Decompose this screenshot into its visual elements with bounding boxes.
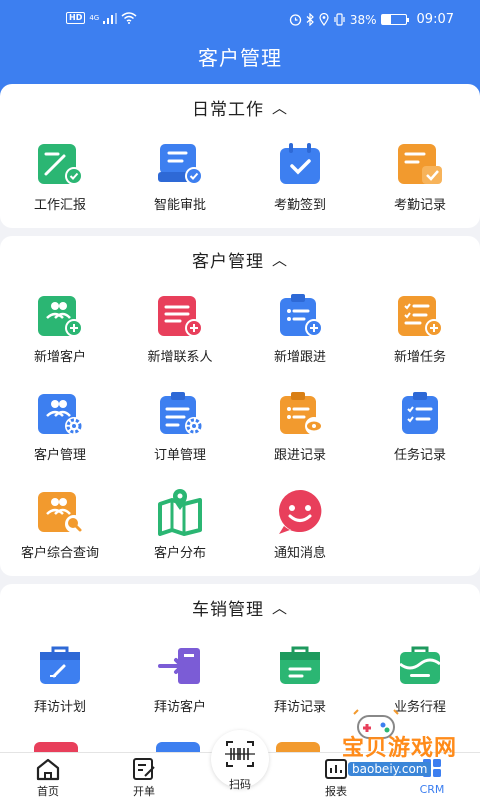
status-bar: HD 4G 38% 09:07 [0,10,480,32]
watermark-text: 宝贝游戏网 [342,736,458,761]
order-manage-icon [156,390,204,438]
chevron-up-icon: ︿ [271,598,288,617]
menu-label: 客户管理 [33,448,86,463]
attendance-checkin-icon [276,140,324,188]
menu-customer-distribution[interactable]: 客户分布 [120,488,240,561]
next-row-peek-red [34,742,78,752]
menu-customer-query[interactable]: 客户综合查询 [0,488,120,561]
section-title: 日常工作 [191,99,264,120]
menu-order-management[interactable]: 订单管理 [120,390,240,463]
watermark-url: baobeiy.com [348,762,432,776]
business-trip-icon [396,642,444,690]
work-report-icon [36,140,84,188]
menu-label: 考勤记录 [393,198,446,213]
home-icon [36,758,60,781]
menu-work-report[interactable]: 工作汇报 [0,140,120,213]
customer-map-icon [156,488,204,536]
tab-home-label: 首页 [37,785,59,798]
tab-home[interactable]: 首页 [18,757,78,799]
battery-percent: 38% [349,12,377,27]
section-sales-header[interactable]: 车销管理 ︿ [0,584,480,630]
menu-label: 客户分布 [153,546,206,561]
chevron-up-icon: ︿ [271,250,288,269]
followup-record-icon [276,390,324,438]
menu-label: 跟进记录 [273,448,326,463]
menu-add-customer[interactable]: 新增客户 [0,292,120,365]
section-title: 车销管理 [191,599,264,620]
tab-order[interactable]: 开单 [114,757,174,799]
next-row-peek-blue [156,742,200,752]
menu-label: 工作汇报 [33,198,86,213]
customer-query-icon [36,488,84,536]
menu-visit-record[interactable]: 拜访记录 [240,642,360,715]
add-task-icon [396,292,444,340]
network-label: 4G [89,14,100,22]
section-title: 客户管理 [191,251,264,272]
menu-label: 新增联系人 [147,350,213,365]
menu-attendance-checkin[interactable]: 考勤签到 [240,140,360,213]
status-right: 38% 09:07 [289,12,454,27]
section-daily-work: 日常工作 ︿ 工作汇报 智能审批 考勤签到 考勤记录 [0,84,480,228]
tab-order-label: 开单 [133,785,155,798]
menu-add-task[interactable]: 新增任务 [360,292,480,365]
hd-badge: HD [66,12,86,24]
status-left: HD 4G [66,12,137,24]
menu-business-trip[interactable]: 业务行程 [360,642,480,715]
attendance-record-icon [396,140,444,188]
menu-label: 通知消息 [273,546,326,561]
scan-label: 扫码 [229,778,251,791]
location-icon [319,13,329,26]
task-record-icon [396,390,444,438]
visit-customer-icon [156,642,204,690]
visit-plan-icon [36,642,84,690]
menu-customer-management[interactable]: 客户管理 [0,390,120,463]
section-daily-header[interactable]: 日常工作 ︿ [0,84,480,130]
battery-icon [380,14,409,25]
wifi-icon [121,12,137,24]
add-followup-icon [276,292,324,340]
add-contact-icon [156,292,204,340]
barcode-scan-icon [225,741,255,767]
add-customer-icon [36,292,84,340]
visit-record-icon [276,642,324,690]
vibrate-icon [334,13,345,26]
menu-label: 新增任务 [393,350,446,365]
signal-icon [103,12,118,24]
menu-label: 新增客户 [33,350,86,365]
section-customer-management: 客户管理 ︿ 新增客户 新增联系人 新增跟进 新增任务 客户管理 订单管理 跟进… [0,236,480,576]
section-customer-header[interactable]: 客户管理 ︿ [0,236,480,282]
battery-level [381,15,391,24]
menu-label: 拜访客户 [153,700,206,715]
alarm-icon [289,14,302,26]
menu-followup-record[interactable]: 跟进记录 [240,390,360,463]
order-edit-icon [133,758,155,780]
menu-visit-plan[interactable]: 拜访计划 [0,642,120,715]
chevron-up-icon: ︿ [271,98,288,117]
menu-label: 客户综合查询 [20,546,99,561]
approval-icon [156,140,204,188]
menu-attendance-record[interactable]: 考勤记录 [360,140,480,213]
watermark-logo: 宝贝游戏网 baobeiy.com [300,708,480,788]
menu-label: 智能审批 [153,198,206,213]
menu-label: 考勤签到 [273,198,326,213]
menu-add-contact[interactable]: 新增联系人 [120,292,240,365]
menu-add-followup[interactable]: 新增跟进 [240,292,360,365]
customer-manage-icon [36,390,84,438]
menu-label: 任务记录 [393,448,446,463]
menu-notification[interactable]: 通知消息 [240,488,360,561]
page-title: 客户管理 [198,46,282,70]
menu-smart-approval[interactable]: 智能审批 [120,140,240,213]
menu-label: 拜访计划 [33,700,86,715]
notification-smile-icon [276,488,324,536]
menu-visit-customer[interactable]: 拜访客户 [120,642,240,715]
menu-task-record[interactable]: 任务记录 [360,390,480,463]
scan-button[interactable]: 扫码 [211,730,269,791]
menu-label: 新增跟进 [273,350,326,365]
bluetooth-icon [306,13,314,26]
clock: 09:07 [416,12,454,27]
menu-label: 订单管理 [153,448,206,463]
